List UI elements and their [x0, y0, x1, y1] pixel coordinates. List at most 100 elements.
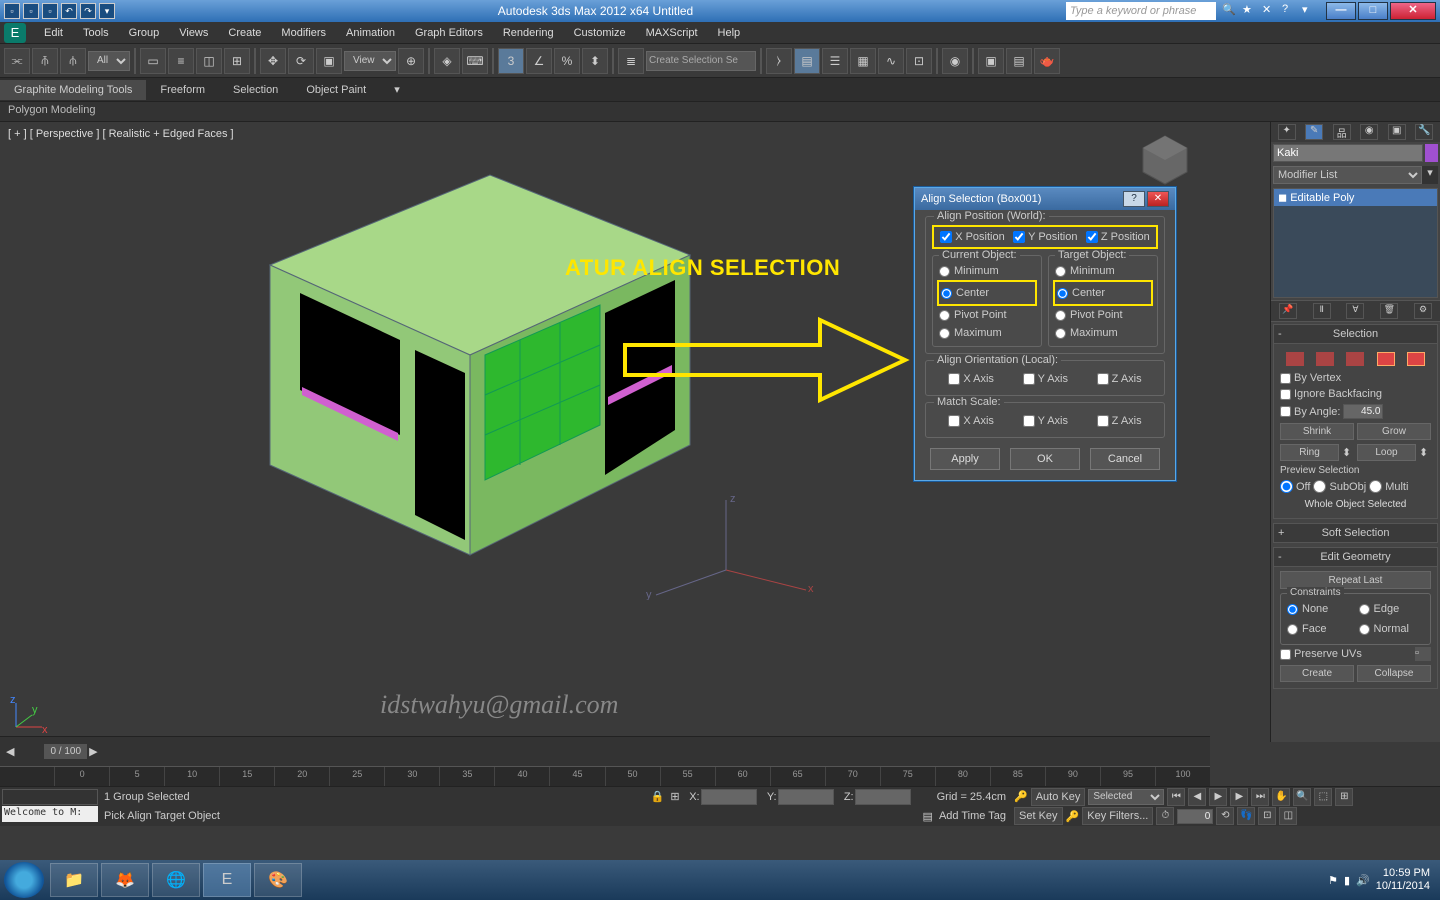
next-frame-icon[interactable]: ▶ [1230, 788, 1248, 806]
layers-icon[interactable]: ☰ [822, 48, 848, 74]
modifier-list-dropdown[interactable]: Modifier List [1273, 166, 1422, 184]
system-clock[interactable]: 10:59 PM10/11/2014 [1376, 867, 1430, 893]
bind-icon[interactable]: ⫛ [60, 48, 86, 74]
new-icon[interactable]: ▫ [4, 3, 20, 19]
quick-access-icons[interactable]: ▫▫▫↶↷▾ [4, 3, 115, 19]
constraint-normal-radio[interactable]: Normal [1357, 620, 1427, 638]
add-time-tag[interactable]: Add Time Tag [939, 810, 1006, 822]
tab-selection[interactable]: Selection [219, 80, 292, 100]
edit-selset-icon[interactable]: ≣ [618, 48, 644, 74]
material-icon[interactable]: ◉ [942, 48, 968, 74]
rect-select-icon[interactable]: ◫ [196, 48, 222, 74]
current-center-radio[interactable]: Center [939, 284, 1035, 302]
render-setup-icon[interactable]: ▣ [978, 48, 1004, 74]
pin-stack-icon[interactable]: 📌 [1279, 303, 1297, 319]
taskbar-3dsmax-icon[interactable]: E [203, 863, 251, 897]
spinner-snap-icon[interactable]: ⬍ [582, 48, 608, 74]
orient-x-checkbox[interactable]: X Axis [948, 373, 994, 385]
tray-flag-icon[interactable]: ⚑ [1328, 874, 1338, 887]
key-mode-dropdown[interactable]: Selected [1088, 789, 1164, 805]
z-position-checkbox[interactable]: Z Position [1086, 231, 1150, 243]
selection-filter-dropdown[interactable]: All [88, 51, 130, 71]
auto-key-button[interactable]: Auto Key [1031, 788, 1086, 806]
goto-end-icon[interactable]: ⏭ [1251, 788, 1269, 806]
frame-indicator[interactable]: 0 / 100 [44, 744, 87, 759]
nav-all-icon[interactable]: ⊞ [1335, 788, 1353, 806]
show-end-icon[interactable]: Ⅱ [1313, 303, 1331, 319]
window-cross-icon[interactable]: ⊞ [224, 48, 250, 74]
create-tab-icon[interactable]: ✦ [1278, 124, 1296, 140]
element-mode-icon[interactable] [1407, 352, 1425, 366]
x-position-checkbox[interactable]: X Position [940, 231, 1005, 243]
modifier-item-editable-poly[interactable]: ◼ Editable Poly [1274, 189, 1437, 206]
nav-max-icon[interactable]: ⊡ [1258, 807, 1276, 825]
object-name-input[interactable] [1273, 144, 1423, 162]
loop-button[interactable]: Loop [1357, 444, 1416, 461]
menu-maxscript[interactable]: MAXScript [636, 27, 708, 39]
tray-network-icon[interactable]: ▮ [1344, 874, 1350, 887]
menu-create[interactable]: Create [218, 27, 271, 39]
dialog-help-button[interactable]: ? [1123, 191, 1145, 207]
isolate-icon[interactable]: 🔑 [1014, 790, 1028, 803]
soft-selection-rollout[interactable]: Soft Selection [1322, 527, 1390, 539]
nav-walk-icon[interactable]: 👣 [1237, 807, 1255, 825]
time-config-icon[interactable]: ⏱ [1156, 807, 1174, 825]
key-icon[interactable]: 🔑 [1066, 810, 1080, 823]
object-color-swatch[interactable] [1425, 144, 1438, 162]
abs-rel-icon[interactable]: ⊞ [670, 790, 679, 803]
tray-sound-icon[interactable]: 🔊 [1356, 874, 1370, 887]
link-icon[interactable]: ⫘ [4, 48, 30, 74]
mirror-icon[interactable]: ⧽ [766, 48, 792, 74]
modlist-arrow-icon[interactable]: ▾ [1422, 166, 1438, 184]
y-position-checkbox[interactable]: Y Position [1013, 231, 1077, 243]
cancel-button[interactable]: Cancel [1090, 448, 1160, 470]
nav-zoom-icon[interactable]: 🔍 [1293, 788, 1311, 806]
orient-z-checkbox[interactable]: Z Axis [1097, 373, 1142, 385]
constraint-edge-radio[interactable]: Edge [1357, 600, 1427, 618]
menu-grapheditors[interactable]: Graph Editors [405, 27, 493, 39]
current-pivot-radio[interactable]: Pivot Point [937, 306, 1037, 324]
current-minimum-radio[interactable]: Minimum [937, 262, 1037, 280]
time-tag-icon[interactable]: ▤ [923, 810, 933, 823]
dialog-close-button[interactable]: ✕ [1147, 191, 1169, 207]
selection-set-input[interactable] [646, 51, 756, 71]
motion-tab-icon[interactable]: ◉ [1360, 124, 1378, 140]
remove-mod-icon[interactable]: 🗑 [1380, 303, 1398, 319]
select-icon[interactable]: ▭ [140, 48, 166, 74]
nav-fov-icon[interactable]: ⬚ [1314, 788, 1332, 806]
selection-rollout-header[interactable]: Selection [1333, 328, 1378, 340]
border-mode-icon[interactable] [1346, 352, 1364, 366]
tab-objectpaint[interactable]: Object Paint [292, 80, 380, 100]
ring-button[interactable]: Ring [1280, 444, 1339, 461]
scale-y-checkbox[interactable]: Y Axis [1023, 415, 1068, 427]
menu-edit[interactable]: Edit [34, 27, 73, 39]
target-center-radio[interactable]: Center [1055, 284, 1151, 302]
start-button[interactable] [4, 862, 44, 898]
manip-icon[interactable]: ◈ [434, 48, 460, 74]
dialog-title-bar[interactable]: Align Selection (Box001) ?✕ [915, 188, 1175, 210]
polygon-mode-icon[interactable] [1377, 352, 1395, 366]
ref-coord-dropdown[interactable]: View [344, 51, 396, 71]
ribbon-panel[interactable]: Polygon Modeling [0, 102, 1440, 122]
scale-icon[interactable]: ▣ [316, 48, 342, 74]
timeline-next-icon[interactable]: ▶ [89, 745, 97, 758]
z-coord-input[interactable] [855, 789, 911, 805]
menu-animation[interactable]: Animation [336, 27, 405, 39]
modifier-stack[interactable]: ◼ Editable Poly [1273, 188, 1438, 298]
edit-geometry-rollout[interactable]: Edit Geometry [1320, 551, 1390, 563]
apply-button[interactable]: Apply [930, 448, 1000, 470]
ok-button[interactable]: OK [1010, 448, 1080, 470]
keyboard-icon[interactable]: ⌨ [462, 48, 488, 74]
grow-button[interactable]: Grow [1357, 423, 1431, 440]
tab-expand-icon[interactable]: ▾ [380, 79, 414, 100]
vertex-mode-icon[interactable] [1286, 352, 1304, 366]
ignore-backfacing-checkbox[interactable] [1280, 389, 1291, 400]
minimize-button[interactable]: — [1326, 2, 1356, 20]
menu-customize[interactable]: Customize [564, 27, 636, 39]
current-maximum-radio[interactable]: Maximum [937, 324, 1037, 342]
lock-icon[interactable]: 🔒 [651, 790, 665, 803]
current-frame-input[interactable] [1177, 809, 1213, 824]
open-icon[interactable]: ▫ [23, 3, 39, 19]
undo-icon[interactable]: ↶ [61, 3, 77, 19]
maximize-button[interactable]: □ [1358, 2, 1388, 20]
